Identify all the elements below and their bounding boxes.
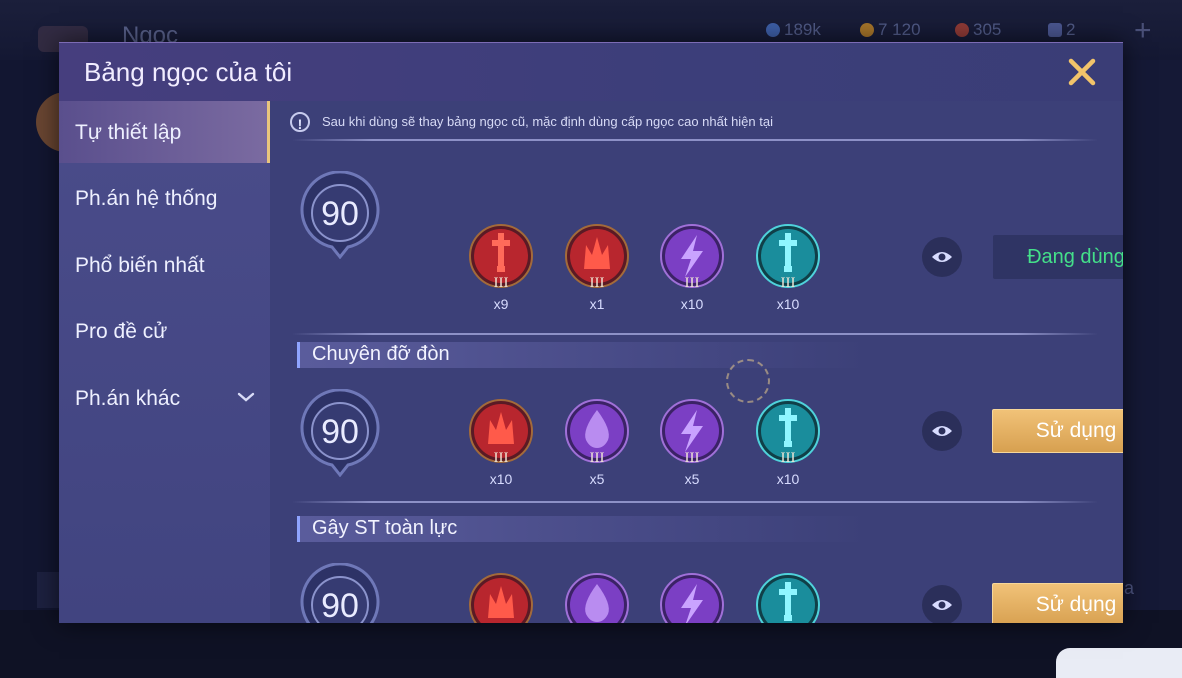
chevron-down-icon bbox=[237, 392, 255, 402]
gem-board-list: ! Sau khi dùng sẽ thay bảng ngọc cũ, mặc… bbox=[270, 101, 1123, 623]
currency-red: 305 bbox=[955, 20, 1001, 40]
gem-purple-drop-icon[interactable]: III bbox=[564, 398, 630, 466]
sidebar-item-popular[interactable]: Phổ biến nhất bbox=[59, 234, 270, 296]
eye-icon[interactable] bbox=[922, 237, 962, 277]
use-button[interactable]: Sử dụng bbox=[992, 409, 1123, 453]
gem-red-crown-icon[interactable]: III bbox=[468, 572, 534, 623]
section-title: Gây ST toàn lực bbox=[312, 517, 458, 539]
red-coin-icon bbox=[955, 23, 969, 37]
currency-value: 189k bbox=[784, 20, 821, 39]
svg-text:III: III bbox=[685, 450, 700, 464]
eye-icon[interactable] bbox=[922, 411, 962, 451]
gem-purple-bolt-icon[interactable]: III bbox=[659, 223, 725, 291]
currency-blue-gems: 189k bbox=[766, 20, 821, 40]
section-header: Chuyên đỡ đòn bbox=[297, 342, 870, 368]
svg-text:III: III bbox=[590, 450, 605, 464]
sidebar-item-label: Pro đề cử bbox=[75, 320, 168, 343]
notice-text: Sau khi dùng sẽ thay bảng ngọc cũ, mặc đ… bbox=[322, 114, 773, 129]
sidebar: Tự thiết lập Ph.án hệ thống Phổ biến nhấ… bbox=[59, 101, 270, 623]
gem-purple-drop-icon[interactable]: III bbox=[564, 572, 630, 623]
gem-count: x5 bbox=[684, 471, 700, 487]
divider bbox=[292, 501, 1098, 503]
gem-red-crown-icon[interactable]: III bbox=[468, 398, 534, 466]
level-text: 90 bbox=[321, 587, 359, 623]
gem-teal-sword-icon[interactable]: III bbox=[755, 572, 821, 623]
sidebar-item-other[interactable]: Ph.án khác bbox=[59, 367, 270, 429]
svg-text:III: III bbox=[685, 275, 700, 289]
eye-icon[interactable] bbox=[922, 585, 962, 623]
gem-red-sword-icon[interactable]: III bbox=[468, 223, 534, 291]
gem-count: x10 bbox=[680, 296, 704, 312]
background-corner-panel bbox=[1056, 648, 1182, 678]
sidebar-item-pro[interactable]: Pro đề cử bbox=[59, 300, 270, 362]
sidebar-item-label: Ph.án khác bbox=[75, 387, 181, 410]
sidebar-item-custom[interactable]: Tự thiết lập bbox=[59, 101, 270, 163]
currency-value: 2 bbox=[1066, 20, 1076, 39]
blue-gem-icon bbox=[766, 23, 780, 37]
loading-spinner-icon bbox=[726, 359, 770, 403]
level-text: 90 bbox=[321, 413, 359, 451]
close-icon[interactable] bbox=[1065, 55, 1099, 89]
level-badge: 90 bbox=[298, 388, 382, 478]
in-use-button: Đang dùng bbox=[993, 235, 1123, 279]
gem-count: x5 bbox=[589, 471, 605, 487]
gem-count: x10 bbox=[776, 296, 800, 312]
svg-text:III: III bbox=[781, 275, 796, 289]
currency-value: 305 bbox=[973, 20, 1002, 39]
ticket-icon bbox=[1048, 23, 1062, 37]
level-text: 90 bbox=[321, 195, 359, 233]
gold-coin-icon bbox=[860, 23, 874, 37]
sidebar-item-label: Phổ biến nhất bbox=[75, 254, 205, 277]
gem-board-dialog: Bảng ngọc của tôi Tự thiết lập Ph.án hệ … bbox=[59, 42, 1123, 623]
svg-text:III: III bbox=[494, 275, 509, 289]
use-button[interactable]: Sử dụng bbox=[992, 583, 1123, 623]
gem-red-crown-icon[interactable]: III bbox=[564, 223, 630, 291]
gem-count: x9 bbox=[493, 296, 509, 312]
gem-purple-bolt-icon[interactable]: III bbox=[659, 398, 725, 466]
svg-text:III: III bbox=[494, 450, 509, 464]
gem-count: x10 bbox=[489, 471, 513, 487]
sidebar-item-label: Ph.án hệ thống bbox=[75, 187, 218, 210]
dialog-header: Bảng ngọc của tôi bbox=[59, 43, 1123, 101]
svg-text:III: III bbox=[590, 275, 605, 289]
section-title: Chuyên đỡ đòn bbox=[312, 343, 450, 365]
gem-teal-sword-icon[interactable]: III bbox=[755, 223, 821, 291]
svg-text:III: III bbox=[781, 450, 796, 464]
warning-icon: ! bbox=[290, 112, 310, 132]
divider bbox=[292, 139, 1098, 141]
add-currency-button[interactable]: + bbox=[1134, 14, 1152, 48]
background-side-text: a bbox=[1124, 578, 1135, 598]
background-bottom-bar bbox=[37, 572, 61, 608]
currency-ticket: 2 bbox=[1048, 20, 1075, 40]
gem-teal-sword-icon[interactable]: III bbox=[755, 398, 821, 466]
gem-count: x1 bbox=[589, 296, 605, 312]
divider bbox=[292, 333, 1098, 335]
level-badge: 90 bbox=[298, 562, 382, 623]
gem-count: x10 bbox=[776, 471, 800, 487]
currency-value: 7 120 bbox=[878, 20, 921, 39]
background-right-panel bbox=[1122, 60, 1182, 610]
gem-purple-bolt-icon[interactable]: III bbox=[659, 572, 725, 623]
dialog-title: Bảng ngọc của tôi bbox=[84, 57, 293, 87]
level-badge: 90 bbox=[298, 170, 382, 260]
sidebar-item-label: Tự thiết lập bbox=[75, 121, 182, 144]
sidebar-item-system[interactable]: Ph.án hệ thống bbox=[59, 167, 270, 229]
currency-gold: 7 120 bbox=[860, 20, 921, 40]
section-header: Gây ST toàn lực bbox=[297, 516, 870, 542]
